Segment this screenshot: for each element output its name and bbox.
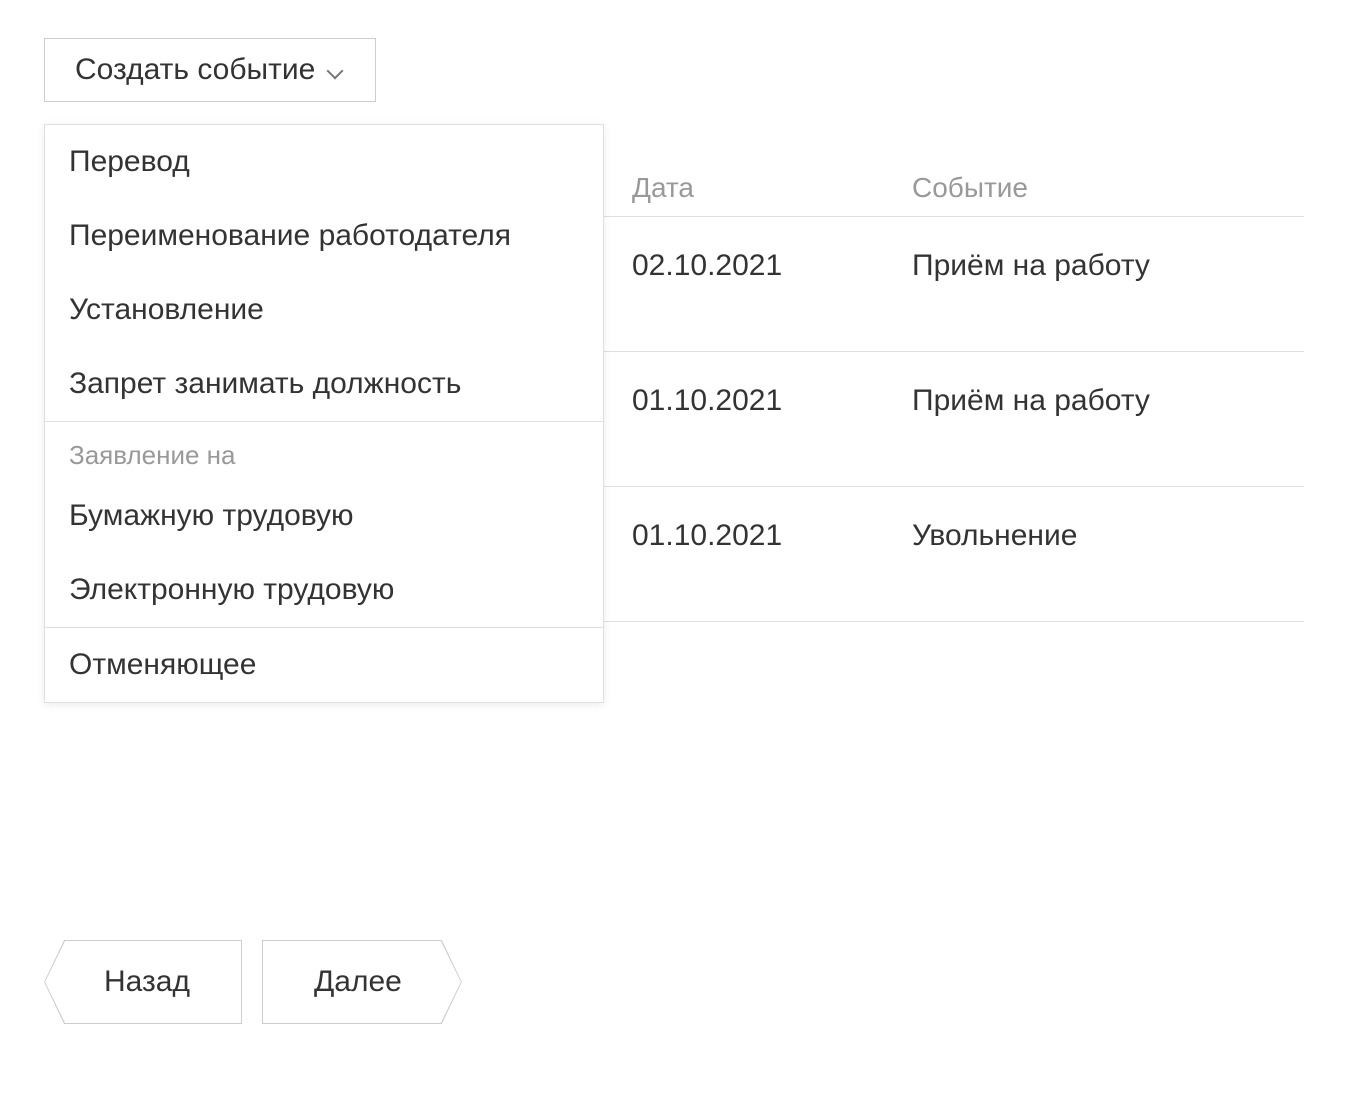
back-button[interactable]: Назад <box>44 940 242 1024</box>
cell-event: Приём на работу <box>912 384 1276 418</box>
cell-date: 02.10.2021 <box>632 249 832 283</box>
next-button[interactable]: Далее <box>262 940 462 1024</box>
column-header-event: Событие <box>912 172 1276 204</box>
menu-item-establishment[interactable]: Установление <box>45 273 603 347</box>
menu-item-cancelling[interactable]: Отменяющее <box>45 628 603 702</box>
create-event-dropdown[interactable]: Создать событие <box>44 38 376 102</box>
cell-date: 01.10.2021 <box>632 384 832 418</box>
menu-item-paper-labor[interactable]: Бумажную трудовую <box>45 479 603 553</box>
cell-event: Приём на работу <box>912 249 1276 283</box>
table-row[interactable]: 01.10.2021 Увольнение <box>604 487 1304 622</box>
back-button-label: Назад <box>104 965 190 999</box>
footer-buttons: Назад Далее <box>44 940 462 1024</box>
menu-item-prohibition[interactable]: Запрет занимать должность <box>45 347 603 421</box>
menu-item-transfer[interactable]: Перевод <box>45 125 603 199</box>
create-event-menu: Перевод Переименование работодателя Уста… <box>44 124 604 703</box>
table-header: Дата Событие <box>604 160 1304 217</box>
cell-event: Увольнение <box>912 519 1276 553</box>
next-button-label: Далее <box>314 965 402 999</box>
chevron-down-icon <box>327 65 345 75</box>
menu-group-label-application: Заявление на <box>45 422 603 479</box>
menu-item-electronic-labor[interactable]: Электронную трудовую <box>45 553 603 627</box>
menu-item-rename-employer[interactable]: Переименование работодателя <box>45 199 603 273</box>
column-header-date: Дата <box>632 172 832 204</box>
create-event-label: Создать событие <box>75 53 315 87</box>
cell-date: 01.10.2021 <box>632 519 832 553</box>
table-row[interactable]: 01.10.2021 Приём на работу <box>604 352 1304 487</box>
events-table: Дата Событие 02.10.2021 Приём на работу … <box>604 160 1304 622</box>
table-row[interactable]: 02.10.2021 Приём на работу <box>604 217 1304 352</box>
